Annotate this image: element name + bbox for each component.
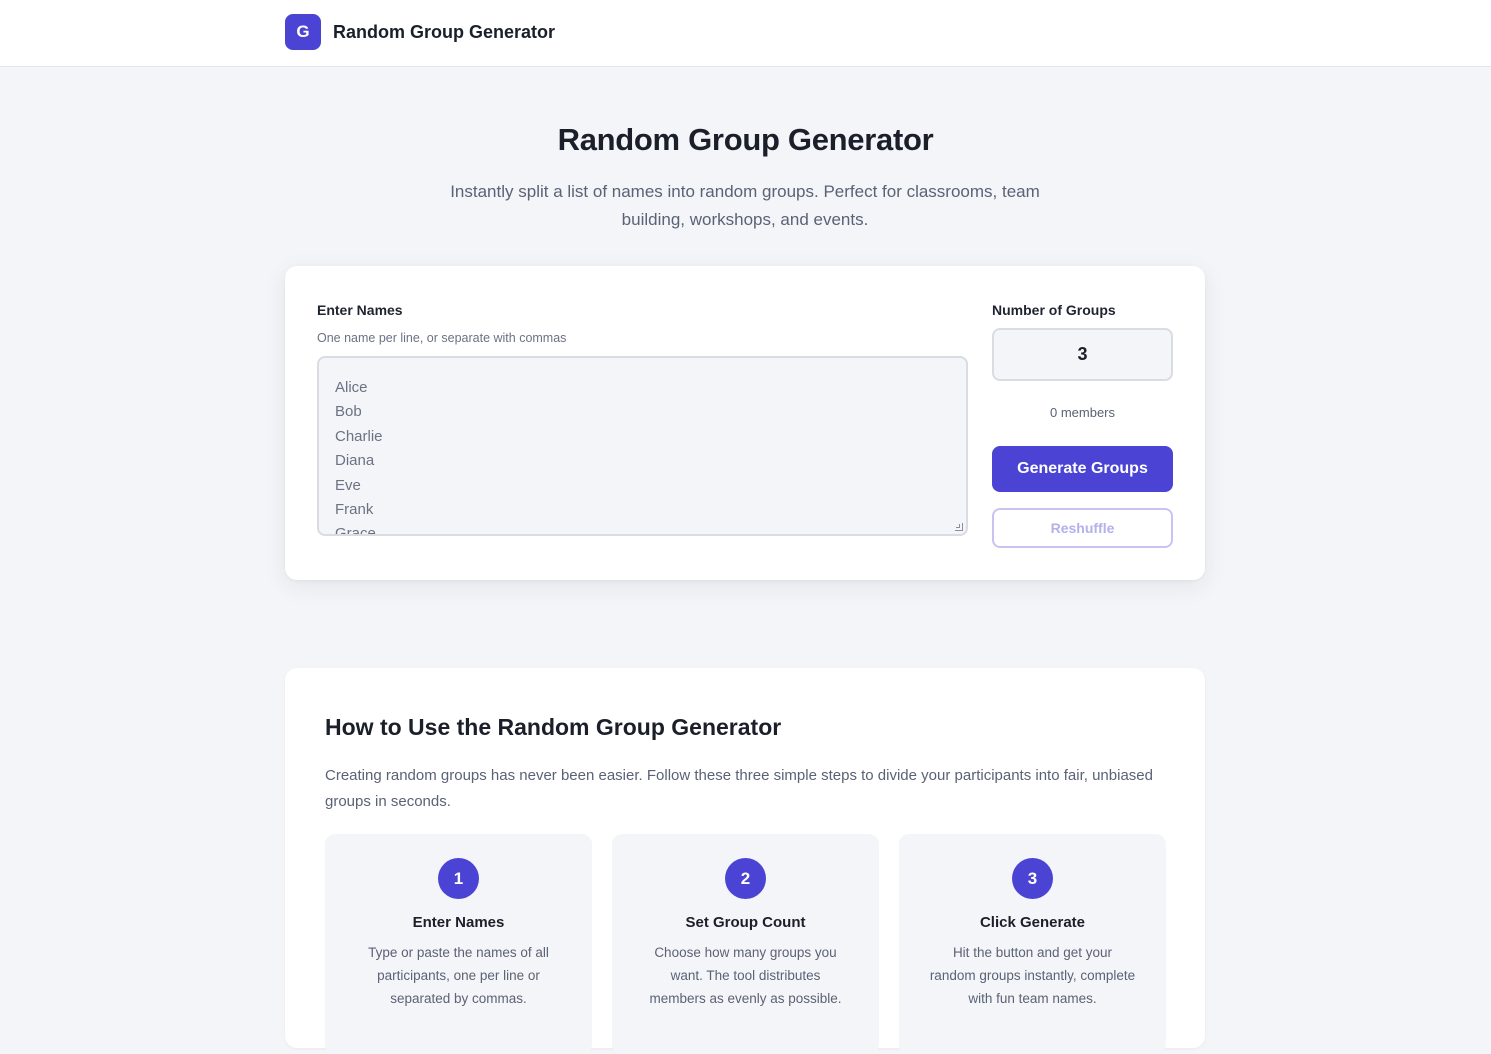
page-title: Random Group Generator: [557, 122, 934, 157]
name-line: Charlie: [335, 427, 383, 445]
name-line: Frank: [335, 501, 374, 519]
app-name: Random Group Generator: [333, 21, 556, 42]
step-description: Type or paste the names of all participa…: [368, 945, 549, 1006]
generate-groups-button[interactable]: Generate Groups: [992, 446, 1173, 492]
groups-label: Number of Groups: [992, 302, 1116, 318]
step-description: Hit the button and get your random group…: [929, 945, 1136, 1006]
names-hint: One name per line, or separate with comm…: [317, 331, 567, 345]
step-number-badge: 1: [438, 858, 479, 899]
reshuffle-button[interactable]: Reshuffle: [992, 508, 1173, 548]
brand[interactable]: G Random Group Generator: [285, 14, 555, 50]
names-textarea[interactable]: Alice Bob Charlie Diana Eve Frank Grace: [317, 356, 968, 536]
page-subtitle: Instantly split a list of names into ran…: [450, 182, 1040, 229]
name-line: Grace: [335, 525, 376, 536]
name-line: Eve: [335, 476, 361, 494]
name-line: Diana: [335, 452, 375, 470]
how-to-section: How to Use the Random Group Generator Cr…: [285, 668, 1205, 1054]
resize-handle-icon[interactable]: [955, 523, 963, 531]
how-to-title: How to Use the Random Group Generator: [325, 714, 782, 740]
steps-list: 1 Enter Names Type or paste the names of…: [325, 834, 1166, 1054]
name-line: Bob: [335, 403, 362, 421]
step-card: 3 Click Generate Hit the button and get …: [899, 834, 1166, 1054]
step-number-badge: 2: [725, 858, 766, 899]
step-title: Click Generate: [979, 914, 1086, 931]
group-count-input[interactable]: [992, 328, 1173, 381]
step-title: Enter Names: [412, 914, 505, 931]
step-title: Set Group Count: [685, 914, 806, 931]
members-per-group-text: 0 members: [1049, 405, 1116, 420]
names-label: Enter Names: [317, 302, 403, 318]
step-card: 1 Enter Names Type or paste the names of…: [325, 834, 592, 1054]
generator-card: Enter Names One name per line, or separa…: [285, 266, 1205, 580]
step-card: 2 Set Group Count Choose how many groups…: [612, 834, 879, 1054]
logo-icon: G: [285, 14, 321, 50]
step-number-badge: 3: [1012, 858, 1053, 899]
name-line: Alice: [335, 379, 368, 396]
step-description: Choose how many groups you want. The too…: [649, 945, 842, 1006]
how-to-intro: Creating random groups has never been ea…: [325, 767, 1153, 810]
top-bar: G Random Group Generator: [0, 0, 1491, 67]
